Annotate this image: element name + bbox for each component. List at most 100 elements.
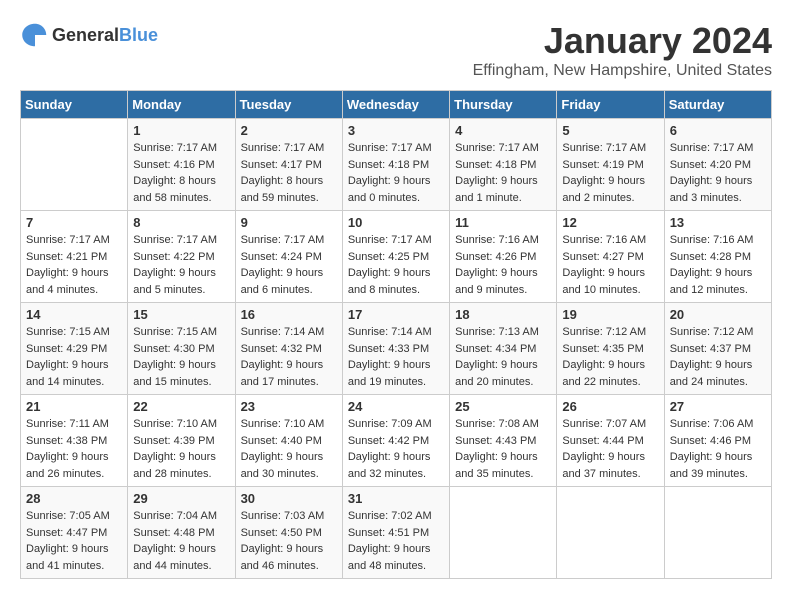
day-cell: 4Sunrise: 7:17 AMSunset: 4:18 PMDaylight… xyxy=(450,119,557,211)
day-number: 18 xyxy=(455,307,551,322)
day-number: 31 xyxy=(348,491,444,506)
day-cell xyxy=(664,487,771,579)
day-cell: 28 Sunrise: 7:05 AMSunset: 4:47 PMDayligh… xyxy=(21,487,128,579)
week-row-3: 14 Sunrise: 7:15 AMSunset: 4:29 PMDayligh… xyxy=(21,303,772,395)
day-cell: 31 Sunrise: 7:02 AMSunset: 4:51 PMDayligh… xyxy=(342,487,449,579)
day-number: 10 xyxy=(348,215,444,230)
day-cell: 17 Sunrise: 7:14 AMSunset: 4:33 PMDayligh… xyxy=(342,303,449,395)
day-info: Sunrise: 7:16 AMSunset: 4:27 PMDaylight:… xyxy=(562,232,658,298)
day-info: Sunrise: 7:15 AMSunset: 4:30 PMDaylight:… xyxy=(133,324,229,390)
logo-general-text: General xyxy=(52,25,119,45)
day-info: Sunrise: 7:04 AMSunset: 4:48 PMDaylight:… xyxy=(133,508,229,574)
day-info: Sunrise: 7:17 AMSunset: 4:20 PMDaylight:… xyxy=(670,140,766,206)
day-info: Sunrise: 7:17 AMSunset: 4:25 PMDaylight:… xyxy=(348,232,444,298)
day-number: 29 xyxy=(133,491,229,506)
header-day-friday: Friday xyxy=(557,91,664,119)
day-number: 16 xyxy=(241,307,337,322)
day-cell: 10 Sunrise: 7:17 AMSunset: 4:25 PMDayligh… xyxy=(342,211,449,303)
day-number: 21 xyxy=(26,399,122,414)
day-cell: 26Sunrise: 7:07 AMSunset: 4:44 PMDayligh… xyxy=(557,395,664,487)
day-info: Sunrise: 7:17 AMSunset: 4:18 PMDaylight:… xyxy=(348,140,444,206)
page-header: GeneralBlue January 2024 Effingham, New … xyxy=(20,20,772,80)
day-cell: 21 Sunrise: 7:11 AMSunset: 4:38 PMDayligh… xyxy=(21,395,128,487)
day-info: Sunrise: 7:17 AMSunset: 4:16 PMDaylight:… xyxy=(133,140,229,206)
day-cell: 24 Sunrise: 7:09 AMSunset: 4:42 PMDayligh… xyxy=(342,395,449,487)
day-info: Sunrise: 7:12 AMSunset: 4:35 PMDaylight:… xyxy=(562,324,658,390)
day-number: 24 xyxy=(348,399,444,414)
header-day-wednesday: Wednesday xyxy=(342,91,449,119)
day-number: 4 xyxy=(455,123,551,138)
day-cell: 13Sunrise: 7:16 AMSunset: 4:28 PMDayligh… xyxy=(664,211,771,303)
day-cell: 7 Sunrise: 7:17 AMSunset: 4:21 PMDaylight… xyxy=(21,211,128,303)
day-cell: 8 Sunrise: 7:17 AMSunset: 4:22 PMDaylight… xyxy=(128,211,235,303)
day-info: Sunrise: 7:06 AMSunset: 4:46 PMDaylight:… xyxy=(670,416,766,482)
day-cell: 19 Sunrise: 7:12 AMSunset: 4:35 PMDayligh… xyxy=(557,303,664,395)
day-cell: 20 Sunrise: 7:12 AMSunset: 4:37 PMDayligh… xyxy=(664,303,771,395)
day-info: Sunrise: 7:17 AMSunset: 4:17 PMDaylight:… xyxy=(241,140,337,206)
day-info: Sunrise: 7:14 AMSunset: 4:33 PMDaylight:… xyxy=(348,324,444,390)
header-day-sunday: Sunday xyxy=(21,91,128,119)
day-info: Sunrise: 7:10 AMSunset: 4:40 PMDaylight:… xyxy=(241,416,337,482)
day-cell: 9 Sunrise: 7:17 AMSunset: 4:24 PMDaylight… xyxy=(235,211,342,303)
day-cell: 29 Sunrise: 7:04 AMSunset: 4:48 PMDayligh… xyxy=(128,487,235,579)
day-cell: 3 Sunrise: 7:17 AMSunset: 4:18 PMDaylight… xyxy=(342,119,449,211)
day-info: Sunrise: 7:08 AMSunset: 4:43 PMDaylight:… xyxy=(455,416,551,482)
day-number: 23 xyxy=(241,399,337,414)
day-cell: 1 Sunrise: 7:17 AMSunset: 4:16 PMDaylight… xyxy=(128,119,235,211)
day-number: 12 xyxy=(562,215,658,230)
day-cell: 23 Sunrise: 7:10 AMSunset: 4:40 PMDayligh… xyxy=(235,395,342,487)
day-cell: 11Sunrise: 7:16 AMSunset: 4:26 PMDayligh… xyxy=(450,211,557,303)
day-number: 6 xyxy=(670,123,766,138)
day-number: 3 xyxy=(348,123,444,138)
day-info: Sunrise: 7:17 AMSunset: 4:19 PMDaylight:… xyxy=(562,140,658,206)
day-number: 19 xyxy=(562,307,658,322)
header-day-thursday: Thursday xyxy=(450,91,557,119)
day-info: Sunrise: 7:11 AMSunset: 4:38 PMDaylight:… xyxy=(26,416,122,482)
day-info: Sunrise: 7:02 AMSunset: 4:51 PMDaylight:… xyxy=(348,508,444,574)
week-row-2: 7 Sunrise: 7:17 AMSunset: 4:21 PMDaylight… xyxy=(21,211,772,303)
day-number: 28 xyxy=(26,491,122,506)
day-info: Sunrise: 7:12 AMSunset: 4:37 PMDaylight:… xyxy=(670,324,766,390)
logo: GeneralBlue xyxy=(20,20,158,50)
day-cell: 12 Sunrise: 7:16 AMSunset: 4:27 PMDayligh… xyxy=(557,211,664,303)
day-number: 17 xyxy=(348,307,444,322)
day-info: Sunrise: 7:13 AMSunset: 4:34 PMDaylight:… xyxy=(455,324,551,390)
day-number: 20 xyxy=(670,307,766,322)
day-info: Sunrise: 7:16 AMSunset: 4:28 PMDaylight:… xyxy=(670,232,766,298)
day-info: Sunrise: 7:14 AMSunset: 4:32 PMDaylight:… xyxy=(241,324,337,390)
day-number: 11 xyxy=(455,215,551,230)
day-number: 7 xyxy=(26,215,122,230)
day-info: Sunrise: 7:17 AMSunset: 4:24 PMDaylight:… xyxy=(241,232,337,298)
day-number: 1 xyxy=(133,123,229,138)
day-cell: 30 Sunrise: 7:03 AMSunset: 4:50 PMDayligh… xyxy=(235,487,342,579)
day-number: 26 xyxy=(562,399,658,414)
week-row-4: 21 Sunrise: 7:11 AMSunset: 4:38 PMDayligh… xyxy=(21,395,772,487)
day-number: 25 xyxy=(455,399,551,414)
day-cell: 27Sunrise: 7:06 AMSunset: 4:46 PMDayligh… xyxy=(664,395,771,487)
day-number: 2 xyxy=(241,123,337,138)
day-number: 14 xyxy=(26,307,122,322)
day-cell xyxy=(557,487,664,579)
day-number: 9 xyxy=(241,215,337,230)
day-info: Sunrise: 7:17 AMSunset: 4:22 PMDaylight:… xyxy=(133,232,229,298)
header-day-saturday: Saturday xyxy=(664,91,771,119)
header-row: SundayMondayTuesdayWednesdayThursdayFrid… xyxy=(21,91,772,119)
week-row-5: 28 Sunrise: 7:05 AMSunset: 4:47 PMDayligh… xyxy=(21,487,772,579)
title-section: January 2024 Effingham, New Hampshire, U… xyxy=(473,20,772,80)
calendar-subtitle: Effingham, New Hampshire, United States xyxy=(473,62,772,80)
day-info: Sunrise: 7:05 AMSunset: 4:47 PMDaylight:… xyxy=(26,508,122,574)
day-cell xyxy=(21,119,128,211)
day-cell: 15Sunrise: 7:15 AMSunset: 4:30 PMDayligh… xyxy=(128,303,235,395)
day-info: Sunrise: 7:03 AMSunset: 4:50 PMDaylight:… xyxy=(241,508,337,574)
logo-icon xyxy=(20,20,50,50)
day-number: 8 xyxy=(133,215,229,230)
day-info: Sunrise: 7:15 AMSunset: 4:29 PMDaylight:… xyxy=(26,324,122,390)
day-cell: 2 Sunrise: 7:17 AMSunset: 4:17 PMDaylight… xyxy=(235,119,342,211)
day-info: Sunrise: 7:17 AMSunset: 4:21 PMDaylight:… xyxy=(26,232,122,298)
day-number: 30 xyxy=(241,491,337,506)
calendar-table: SundayMondayTuesdayWednesdayThursdayFrid… xyxy=(20,90,772,579)
day-cell xyxy=(450,487,557,579)
day-cell: 6 Sunrise: 7:17 AMSunset: 4:20 PMDaylight… xyxy=(664,119,771,211)
day-number: 5 xyxy=(562,123,658,138)
day-info: Sunrise: 7:09 AMSunset: 4:42 PMDaylight:… xyxy=(348,416,444,482)
